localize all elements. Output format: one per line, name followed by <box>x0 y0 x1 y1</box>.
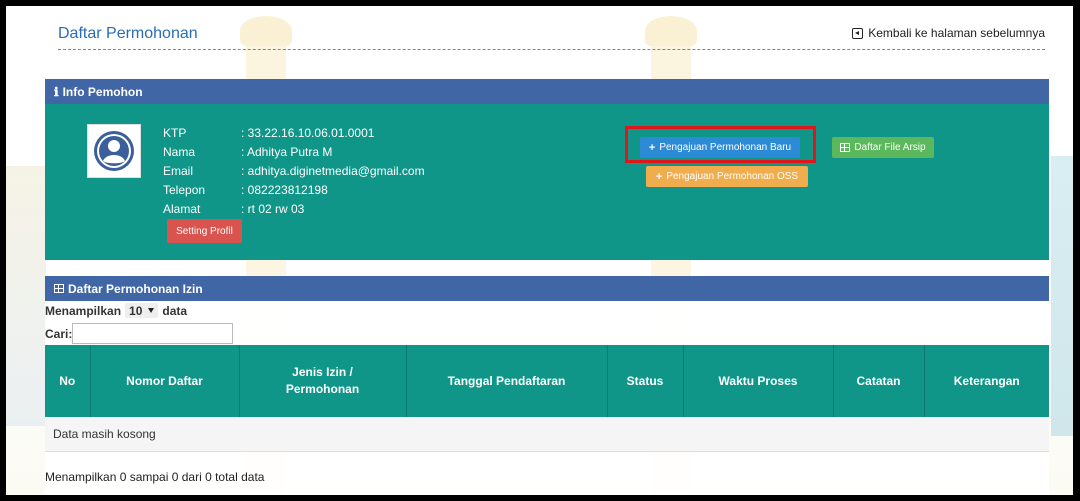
detail-label: Telepon <box>163 183 206 197</box>
browser-viewport: Daftar Permohonan Kembali ke halaman seb… <box>6 6 1073 495</box>
back-square-icon <box>852 27 864 39</box>
info-panel-body: KTP : 33.22.16.10.06.01.0001 Nama : Adhi… <box>45 104 1049 260</box>
column-header-no[interactable]: No <box>45 345 91 417</box>
archive-files-button[interactable]: Daftar File Arsip <box>832 137 934 158</box>
plus-icon: + <box>655 170 663 183</box>
detail-label: Nama <box>163 145 196 159</box>
info-panel-header: ℹ Info Pemohon <box>45 79 1049 104</box>
empty-message: Data masih kosong <box>45 417 1049 452</box>
detail-label: Email <box>163 164 194 178</box>
column-header-tanggal[interactable]: Tanggal Pendaftaran <box>406 345 608 417</box>
highlight-box <box>625 126 816 163</box>
detail-value: : rt 02 rw 03 <box>241 202 305 216</box>
detail-row-email: Email : adhitya.diginetmedia@gmail.com <box>163 162 425 181</box>
table-info: Menampilkan 0 sampai 0 dari 0 total data <box>45 470 265 484</box>
grid-icon <box>840 143 851 152</box>
search-input[interactable] <box>72 323 234 344</box>
page-title: Daftar Permohonan <box>58 25 198 42</box>
detail-row-telepon: Telepon : 082223812198 <box>163 181 425 200</box>
show-prefix: Menampilkan <box>45 303 122 318</box>
column-header-jenis-izin[interactable]: Jenis Izin / Permohonan <box>239 345 407 417</box>
search-label: Cari: <box>45 326 73 341</box>
page-size-select[interactable]: 10 <box>125 303 159 318</box>
chevron-down-icon <box>148 308 155 313</box>
detail-label: KTP <box>163 126 187 140</box>
applicant-details: KTP : 33.22.16.10.06.01.0001 Nama : Adhi… <box>163 124 425 219</box>
page-size-control: Menampilkan 10 data <box>45 303 187 318</box>
detail-row-ktp: KTP : 33.22.16.10.06.01.0001 <box>163 124 425 143</box>
column-header-status[interactable]: Status <box>607 345 684 417</box>
detail-row-alamat: Alamat : rt 02 rw 03 <box>163 200 425 219</box>
detail-value: : adhitya.diginetmedia@gmail.com <box>241 164 425 178</box>
archive-files-label: Daftar File Arsip <box>854 142 926 153</box>
search-control: Cari: <box>45 323 234 344</box>
column-header-keterangan[interactable]: Keterangan <box>924 345 1049 417</box>
background-building-right <box>1051 156 1073 436</box>
applications-table: No Nomor Daftar Jenis Izin / Permohonan … <box>45 345 1049 452</box>
setting-profil-button[interactable]: Setting Profil <box>167 219 242 243</box>
page-header: Daftar Permohonan Kembali ke halaman seb… <box>58 22 1045 50</box>
back-link-label: Kembali ke halaman sebelumnya <box>868 26 1045 40</box>
oss-application-label: Pengajuan Permohonan OSS <box>666 171 799 182</box>
column-header-nomor-daftar[interactable]: Nomor Daftar <box>90 345 240 417</box>
detail-value: : 33.22.16.10.06.01.0001 <box>241 126 375 140</box>
table-row: Data masih kosong <box>45 417 1049 452</box>
detail-value: : Adhitya Putra M <box>241 145 333 159</box>
grid-icon <box>54 284 64 293</box>
table-header-row: No Nomor Daftar Jenis Izin / Permohonan … <box>45 345 1049 417</box>
column-header-waktu-proses[interactable]: Waktu Proses <box>683 345 834 417</box>
oss-application-button[interactable]: + Pengajuan Permohonan OSS <box>646 166 808 187</box>
page-size-value: 10 <box>129 303 143 318</box>
back-link[interactable]: Kembali ke halaman sebelumnya <box>852 26 1045 40</box>
list-panel-title: Daftar Permohonan Izin <box>68 281 203 296</box>
detail-value: : 082223812198 <box>241 183 328 197</box>
user-avatar-icon <box>87 124 141 178</box>
info-icon: ℹ <box>54 84 59 99</box>
detail-label: Alamat <box>163 202 201 216</box>
detail-row-nama: Nama : Adhitya Putra M <box>163 143 425 162</box>
info-panel-title: Info Pemohon <box>62 84 143 99</box>
list-panel-body: Menampilkan 10 data Cari: No Nomor Dafta… <box>45 301 1049 495</box>
list-panel-header: Daftar Permohonan Izin <box>45 276 1049 301</box>
column-header-catatan[interactable]: Catatan <box>833 345 925 417</box>
background-building-left <box>6 166 46 426</box>
show-suffix: data <box>162 303 188 318</box>
